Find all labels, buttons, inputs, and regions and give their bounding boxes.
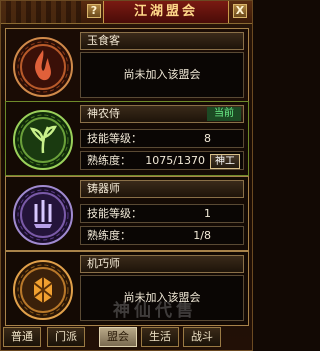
window-title: 江湖盟会 xyxy=(103,1,229,23)
proficiency-value: 1/8 xyxy=(193,229,211,242)
skill-level-row: 技能等级： 1 xyxy=(80,204,244,223)
help-button[interactable]: ? xyxy=(87,4,101,18)
title-bar-ornament xyxy=(1,1,81,23)
tab-shenghuo[interactable]: 生活 xyxy=(141,327,179,347)
skill-level-row: 技能等级： 8 xyxy=(80,129,244,148)
guild-name: 神农侍 当前 xyxy=(80,105,244,123)
guild-name: 机巧师 xyxy=(80,255,244,273)
tab-putong[interactable]: 普通 xyxy=(3,327,41,347)
tab-bar: 普通 门派 盟会 生活 战斗 xyxy=(3,327,252,349)
skill-level-value: 8 xyxy=(204,132,211,145)
guild-window: ? 江湖盟会 X 玉食客 尚未加入该盟会 神农侍 当前 技能等级： 8 熟练度：… xyxy=(0,0,253,351)
skill-level-label: 技能等级： xyxy=(87,207,142,220)
flame-emblem-icon xyxy=(12,36,74,98)
proficiency-label: 熟练度： xyxy=(87,154,131,167)
guild-section-zhuqishi: 铸器师 技能等级： 1 熟练度： 1/8 xyxy=(5,176,249,251)
guild-status: 尚未加入该盟会 xyxy=(80,52,244,98)
shengong-button[interactable]: 神工 xyxy=(210,154,240,169)
close-button[interactable]: X xyxy=(233,4,247,18)
skill-level-value: 1 xyxy=(204,207,211,220)
guild-section-shennongshi: 神农侍 当前 技能等级： 8 熟练度： 1075/1370 神工 xyxy=(5,101,249,176)
tab-menpai[interactable]: 门派 xyxy=(47,327,85,347)
watermark-text: 神仙代售 xyxy=(113,301,197,321)
gear-emblem-icon xyxy=(12,259,74,321)
proficiency-value: 1075/1370 xyxy=(145,154,205,167)
skill-level-label: 技能等级： xyxy=(87,132,142,145)
guild-name-text: 神农侍 xyxy=(87,107,120,120)
proficiency-row: 熟练度： 1075/1370 神工 xyxy=(80,151,244,170)
herb-emblem-icon xyxy=(12,109,74,171)
guild-name: 铸器师 xyxy=(80,180,244,198)
guild-section-yushike: 玉食客 尚未加入该盟会 xyxy=(5,28,249,103)
guild-name: 玉食客 xyxy=(80,32,244,50)
tab-menghui[interactable]: 盟会 xyxy=(99,327,137,347)
proficiency-label: 熟练度： xyxy=(87,229,131,242)
proficiency-row: 熟练度： 1/8 xyxy=(80,226,244,245)
current-badge: 当前 xyxy=(207,107,241,121)
title-bar: ? 江湖盟会 X xyxy=(1,1,252,24)
tab-zhandou[interactable]: 战斗 xyxy=(183,327,221,347)
forge-emblem-icon xyxy=(12,184,74,246)
